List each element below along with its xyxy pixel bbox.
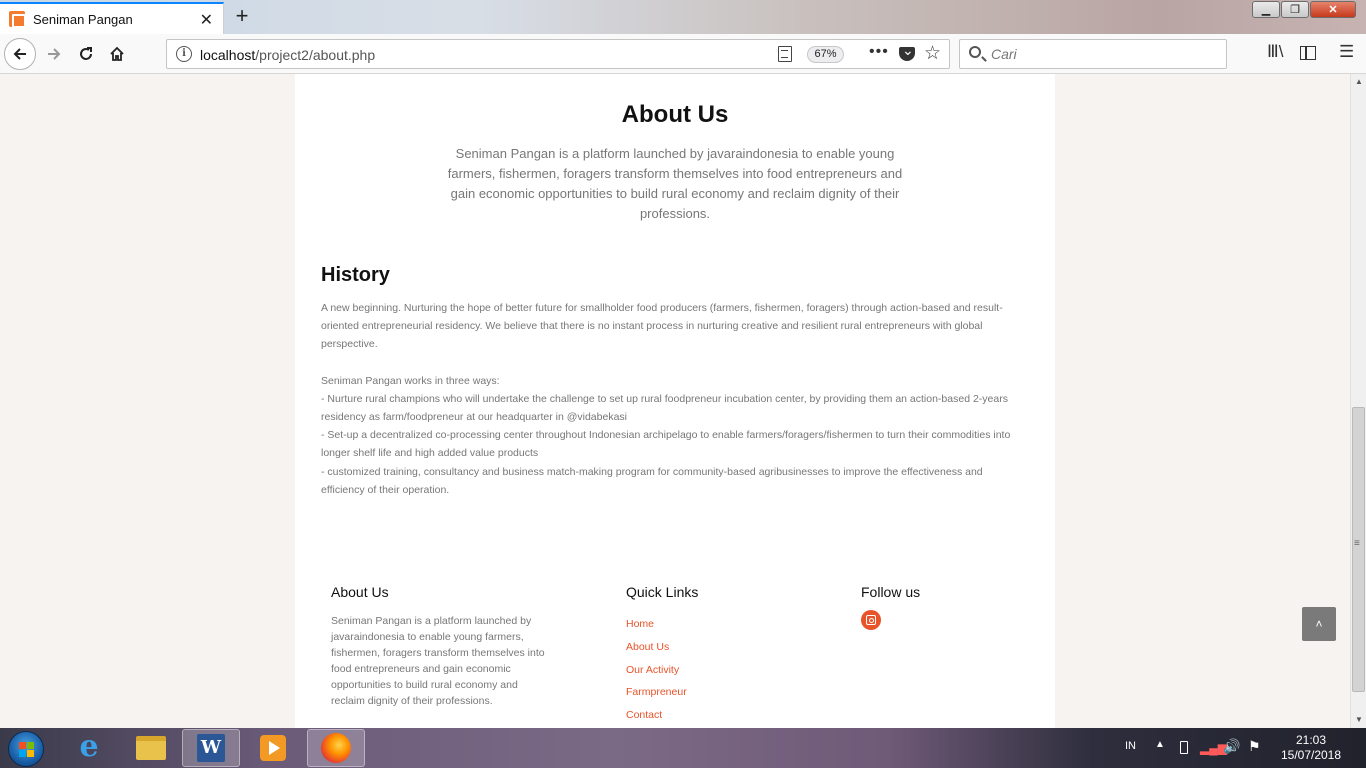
back-arrow-icon	[13, 48, 26, 60]
site-favicon-icon	[9, 11, 26, 28]
pocket-icon[interactable]	[899, 42, 915, 61]
taskbar-internet-explorer[interactable]: e	[60, 729, 118, 767]
ways-intro: Seniman Pangan works in three ways:	[321, 374, 500, 387]
page-scrollbar[interactable]: ▲ ▼	[1350, 74, 1366, 728]
reader-view-icon[interactable]	[778, 46, 792, 62]
footer-follow-section: Follow us	[861, 584, 920, 630]
clock-time: 21:03	[1295, 733, 1327, 747]
word-icon: W	[197, 734, 225, 762]
new-tab-button[interactable]: +	[230, 3, 254, 29]
scroll-down-arrow-icon[interactable]: ▼	[1351, 712, 1366, 728]
maximize-button[interactable]: ❐	[1281, 1, 1309, 18]
footer-about-heading: About Us	[331, 584, 389, 600]
search-input[interactable]	[991, 45, 1211, 63]
scrollbar-thumb[interactable]	[1352, 407, 1365, 692]
firefox-icon	[321, 733, 351, 763]
window-controls: ▁ ❐ ✕	[1251, 1, 1356, 18]
sidebar-toggle-icon[interactable]	[1300, 46, 1316, 60]
url-path: /project2/about.php	[255, 47, 376, 63]
footer-links-heading: Quick Links	[626, 584, 699, 600]
ways-item: - customized training, consultancy and b…	[321, 465, 983, 496]
history-body: A new beginning. Nurturing the hope of b…	[321, 299, 1029, 517]
url-host: localhost	[200, 47, 256, 63]
tab-seniman-pangan[interactable]: Seniman Pangan ✕	[0, 2, 224, 34]
footer-quick-links: Quick Links Home About Us Our Activity F…	[626, 584, 698, 727]
show-hidden-icons-icon[interactable]: ▲	[1155, 739, 1165, 750]
browser-toolbar: i localhost/project2/about.php 67% ••• ☆…	[0, 34, 1366, 74]
close-window-button[interactable]: ✕	[1310, 1, 1356, 18]
forward-arrow-icon	[48, 48, 61, 60]
ways-item: - Nurture rural champions who will under…	[321, 392, 1008, 424]
media-player-icon	[260, 735, 286, 761]
taskbar-firefox[interactable]	[307, 729, 365, 767]
address-bar[interactable]: i localhost/project2/about.php 67% ••• ☆	[166, 39, 950, 69]
back-to-top-button[interactable]: ˄	[1302, 607, 1336, 641]
page-actions-icon[interactable]: •••	[869, 43, 889, 61]
taskbar-file-explorer[interactable]	[122, 729, 180, 767]
back-button[interactable]	[4, 38, 36, 70]
bookmark-star-icon[interactable]: ☆	[924, 42, 941, 65]
history-paragraph: A new beginning. Nurturing the hope of b…	[321, 302, 1003, 351]
reload-button[interactable]	[70, 38, 102, 70]
system-clock[interactable]: 21:03 15/07/2018	[1272, 733, 1350, 763]
scroll-up-arrow-icon[interactable]: ▲	[1351, 74, 1366, 90]
reload-icon	[80, 47, 92, 60]
language-indicator[interactable]: IN	[1125, 740, 1136, 752]
footer-link-farmpreneur[interactable]: Farmpreneur	[626, 681, 698, 704]
footer-follow-heading: Follow us	[861, 584, 921, 600]
page-title: About Us	[621, 101, 729, 128]
home-icon	[110, 46, 124, 61]
library-icon[interactable]: Ⅲ\	[1267, 42, 1283, 62]
tab-close-icon[interactable]: ✕	[200, 10, 213, 30]
history-heading: History	[321, 264, 390, 286]
about-lead-text: Seniman Pangan is a platform launched by…	[447, 146, 903, 221]
forward-button[interactable]	[38, 38, 70, 70]
tab-title: Seniman Pangan	[33, 11, 133, 27]
clock-date: 15/07/2018	[1280, 748, 1342, 762]
footer-link-activity[interactable]: Our Activity	[626, 659, 698, 682]
minimize-button[interactable]: ▁	[1252, 1, 1280, 18]
taskbar-media-player[interactable]	[244, 729, 302, 767]
site-info-icon[interactable]: i	[176, 46, 192, 62]
battery-icon[interactable]	[1180, 741, 1188, 754]
instagram-icon[interactable]	[861, 610, 881, 630]
home-button[interactable]	[101, 38, 133, 70]
windows-taskbar: e W IN ▲ ▂▄▆ 🔊 ⚑ 21:03 15/07/2018	[0, 728, 1366, 768]
url-text[interactable]: localhost/project2/about.php	[200, 47, 375, 63]
search-bar[interactable]	[959, 39, 1227, 69]
browser-tab-bar: Seniman Pangan ✕ + ▁ ❐ ✕	[0, 0, 1366, 34]
main-content: About Us Seniman Pangan is a platform la…	[295, 74, 1055, 728]
footer-about-text: Seniman Pangan is a platform launched by…	[331, 615, 545, 707]
zoom-level-badge[interactable]: 67%	[807, 46, 844, 63]
hamburger-menu-icon[interactable]: ☰	[1339, 42, 1354, 62]
internet-explorer-icon: e	[79, 729, 99, 764]
footer-link-home[interactable]: Home	[626, 613, 698, 636]
footer-link-contact[interactable]: Contact	[626, 704, 698, 727]
footer-about-section: About Us Seniman Pangan is a platform la…	[331, 584, 551, 709]
volume-icon[interactable]: 🔊	[1223, 738, 1240, 755]
history-ways-paragraph: Seniman Pangan works in three ways: - Nu…	[321, 372, 1029, 499]
page-viewport: About Us Seniman Pangan is a platform la…	[0, 74, 1350, 728]
search-icon	[969, 46, 981, 58]
footer-link-about[interactable]: About Us	[626, 636, 698, 659]
taskbar-word[interactable]: W	[182, 729, 240, 767]
action-center-flag-icon[interactable]: ⚑	[1248, 738, 1261, 755]
ways-item: - Set-up a decentralized co-processing c…	[321, 429, 1011, 460]
folder-icon	[136, 736, 166, 760]
start-button[interactable]	[8, 731, 44, 767]
